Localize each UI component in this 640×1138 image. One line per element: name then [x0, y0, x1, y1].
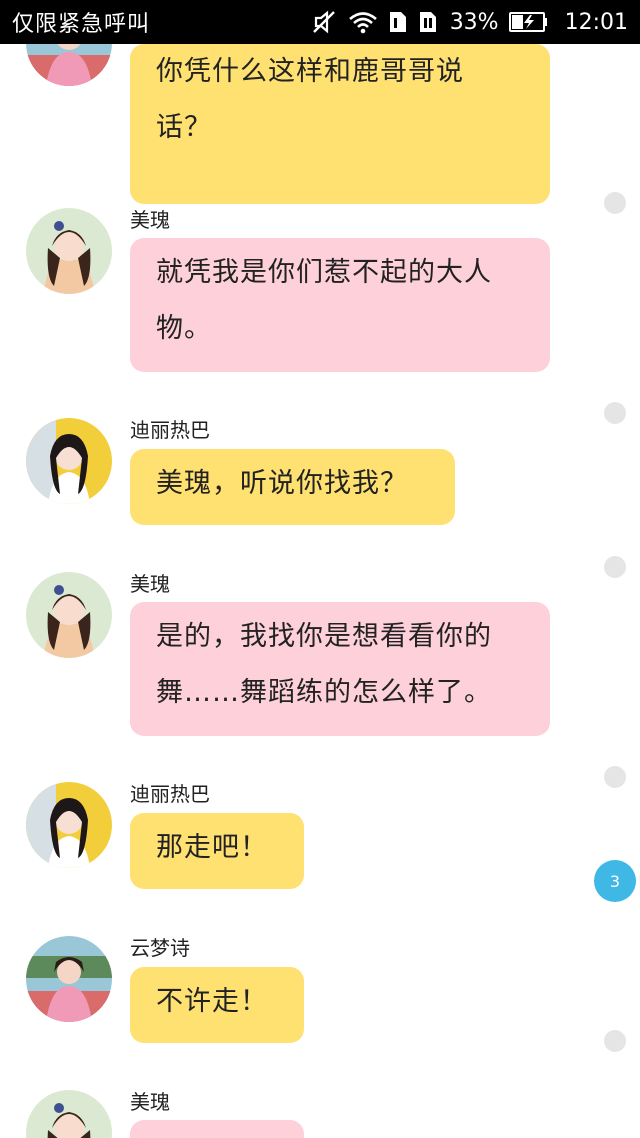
chat-list[interactable]: 你凭什么这样和鹿哥哥说 话？ 美瑰 就凭我是你们惹不起的大人 物。 迪丽热巴 美…	[0, 44, 640, 1138]
dilireba-avatar[interactable]	[26, 418, 112, 504]
message-line: 舞……舞蹈练的怎么样了。	[156, 677, 492, 708]
sender-name: 美瑰	[130, 208, 170, 232]
wifi-icon	[348, 10, 378, 34]
message-bubble[interactable]: 是的，我找你是想看看你的 舞……舞蹈练的怎么样了。	[130, 602, 550, 736]
mute-icon	[312, 10, 338, 34]
message-line: 就凭我是你们惹不起的大人	[156, 257, 492, 288]
message-line: 是的，我找你是想看看你的	[156, 621, 492, 652]
read-indicator	[604, 766, 626, 788]
read-indicator	[604, 402, 626, 424]
message-line: 物。	[156, 313, 212, 344]
read-indicator	[604, 556, 626, 578]
sender-name: 迪丽热巴	[130, 418, 210, 442]
message-bubble[interactable]: 不许走！	[130, 967, 304, 1043]
status-bar: 仅限紧急呼叫 33% 12:01	[0, 0, 640, 44]
unread-count-badge[interactable]: 3	[594, 860, 636, 902]
sim1-icon	[388, 10, 408, 34]
read-indicator	[604, 192, 626, 214]
battery-percent: 33%	[449, 9, 499, 35]
message-line: 美瑰，听说你找我？	[156, 468, 408, 499]
message-bubble[interactable]: 就凭我是你们惹不起的大人 物。	[130, 238, 550, 372]
message-bubble[interactable]: 那走吧！	[130, 813, 304, 889]
read-indicator	[604, 1030, 626, 1052]
sender-name: 美瑰	[130, 1090, 170, 1114]
yunmengshi-avatar[interactable]	[26, 936, 112, 1022]
yunmengshi-avatar[interactable]	[26, 44, 112, 86]
carrier-text: 仅限紧急呼叫	[12, 12, 151, 37]
message-line: 话？	[156, 112, 212, 143]
clock: 12:01	[564, 9, 628, 35]
meigui-avatar[interactable]	[26, 208, 112, 294]
status-icons: 33% 12:01	[312, 10, 628, 35]
message-line: 不许走！	[156, 986, 268, 1017]
message-bubble[interactable]: 美瑰，听说你找我？	[130, 449, 455, 525]
sender-name: 云梦诗	[130, 936, 190, 960]
meigui-avatar[interactable]	[26, 1090, 112, 1138]
battery-charging-icon	[508, 11, 549, 33]
meigui-avatar[interactable]	[26, 572, 112, 658]
message-bubble[interactable]: 你凭什么这样和鹿哥哥说 话？	[130, 44, 550, 204]
message-line: 那走吧！	[156, 832, 268, 863]
sender-name: 美瑰	[130, 572, 170, 596]
message-line: 你凭什么这样和鹿哥哥说	[156, 56, 464, 87]
dilireba-avatar[interactable]	[26, 782, 112, 868]
message-bubble[interactable]	[130, 1120, 304, 1138]
sender-name: 迪丽热巴	[130, 782, 210, 806]
sim2-icon	[418, 10, 438, 34]
